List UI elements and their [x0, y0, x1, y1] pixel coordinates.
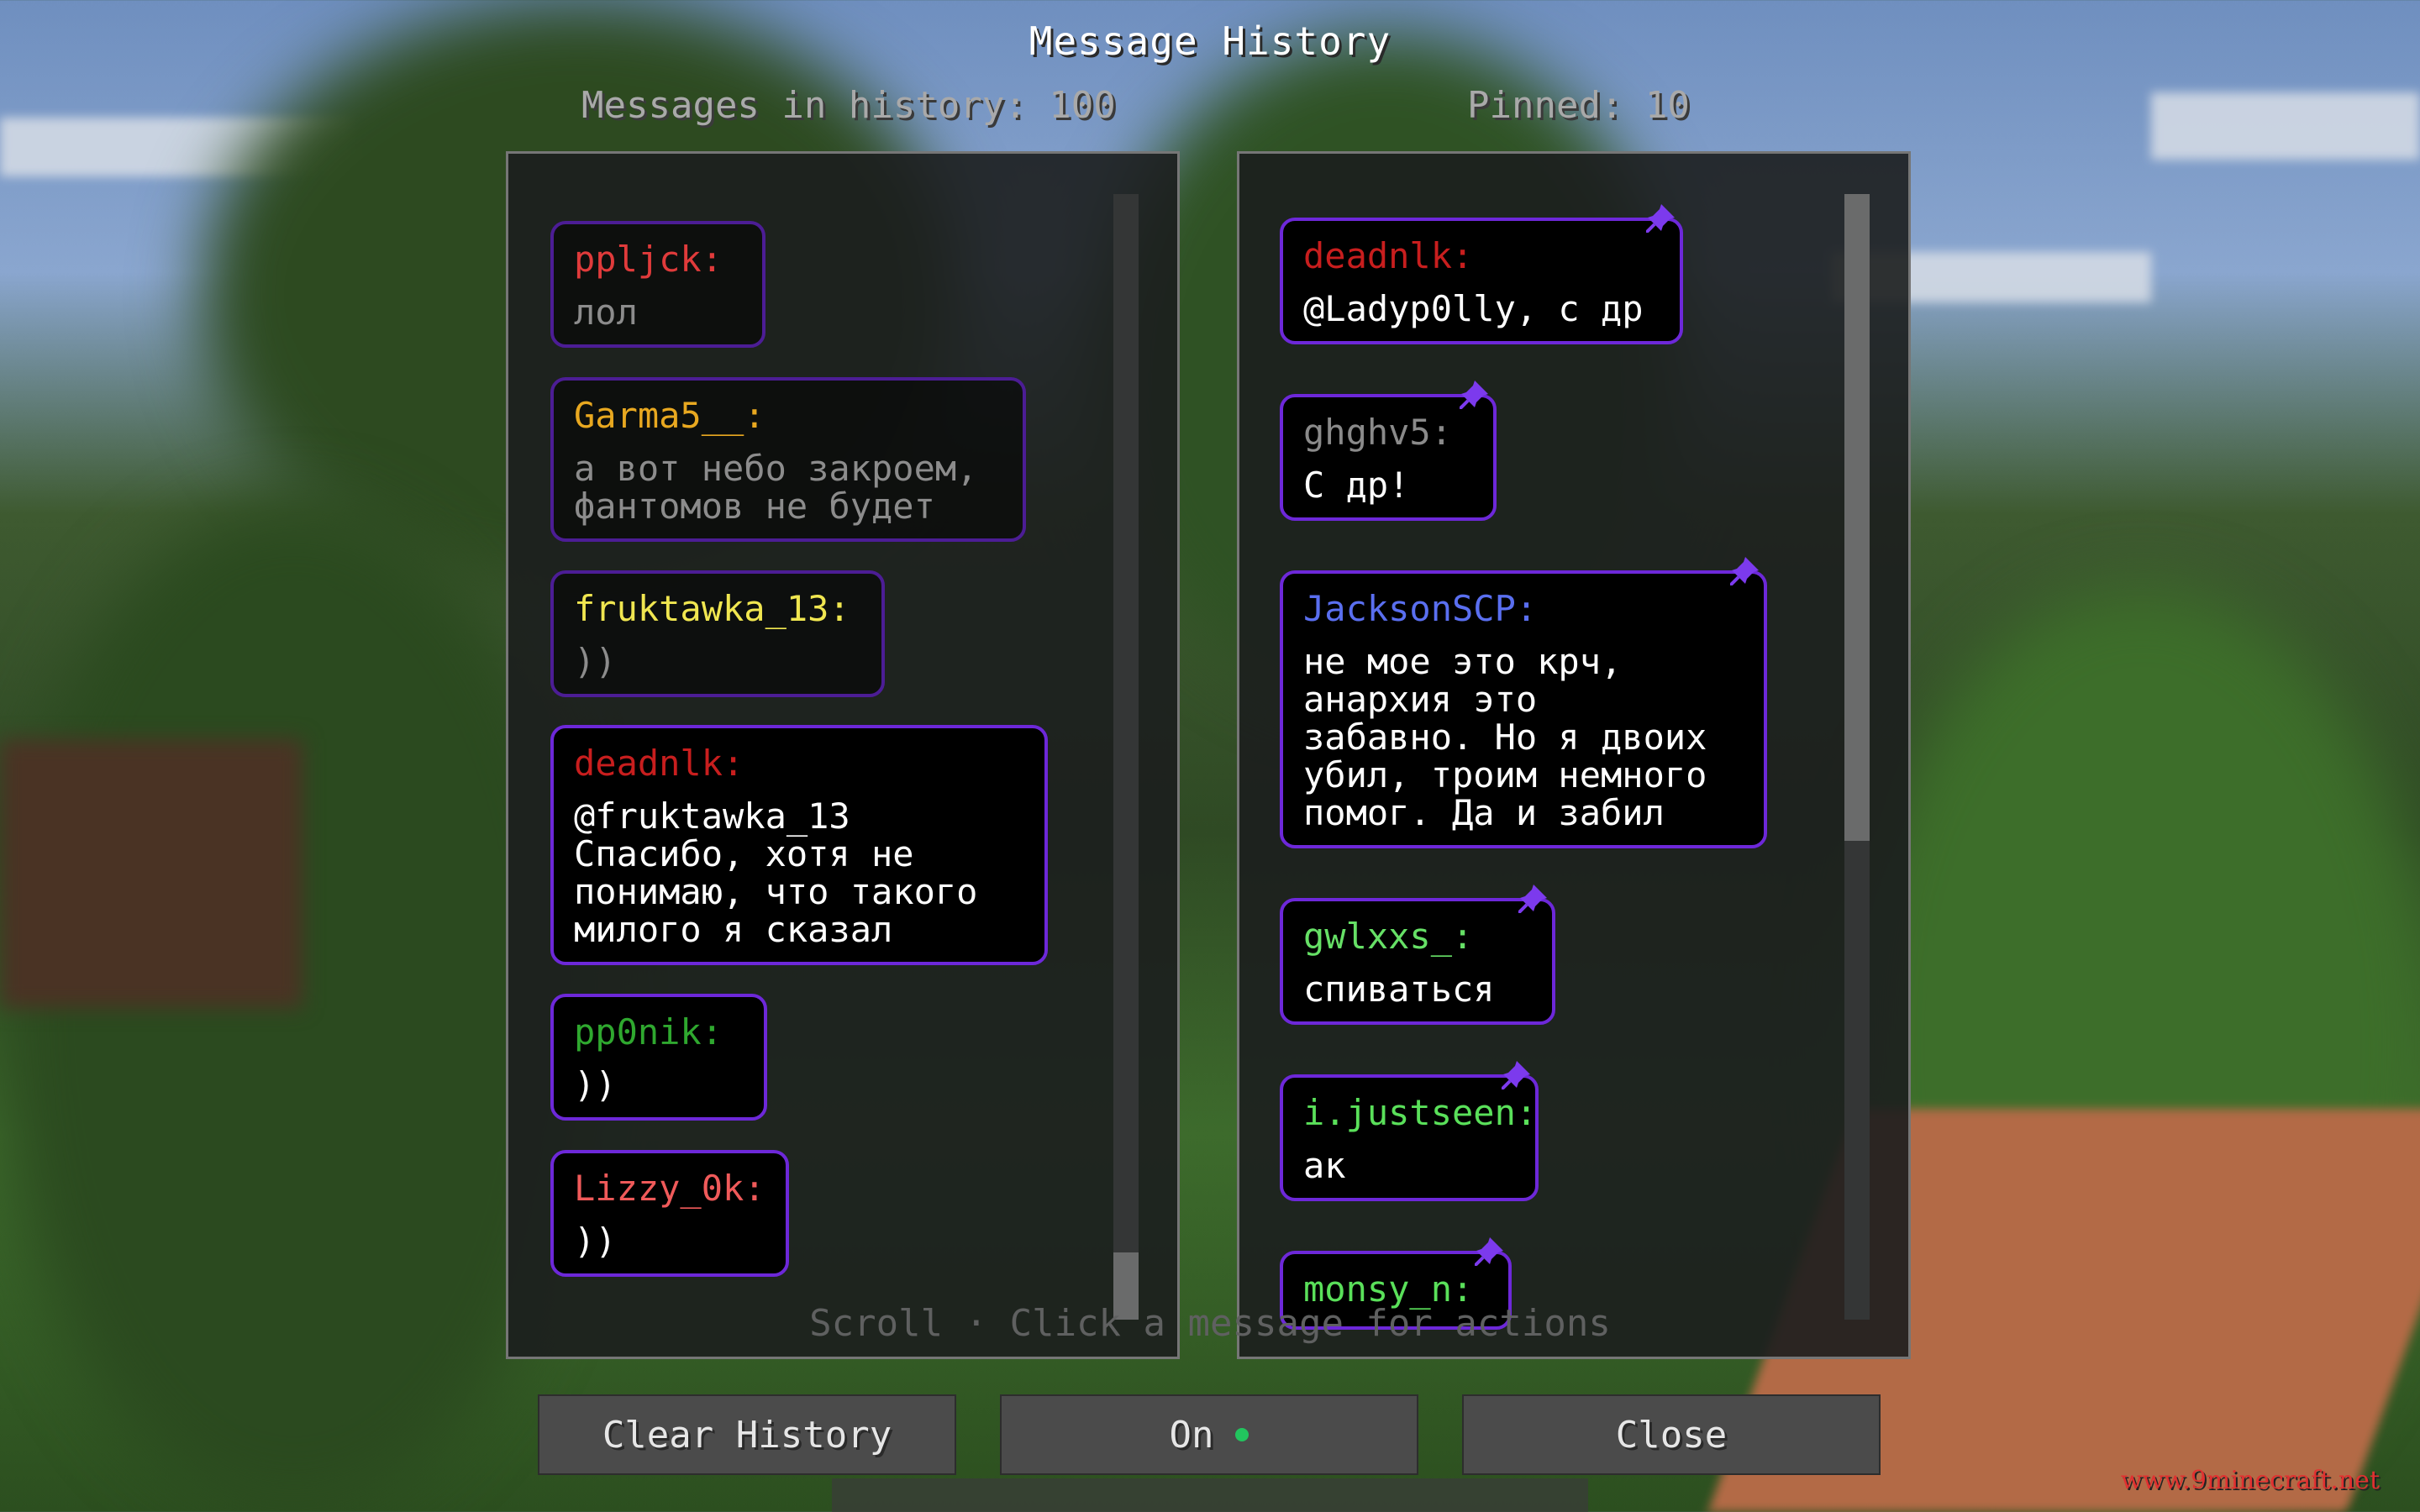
message-text: )) — [574, 1064, 617, 1105]
watermark: www.9minecraft.net — [2120, 1466, 2380, 1495]
background-grass — [0, 504, 588, 1512]
close-label: Close — [1615, 1413, 1728, 1457]
pinned-message[interactable]: gwlxxs_: спиваться — [1280, 885, 1555, 1025]
pinned-count: Pinned: 10 — [1467, 84, 1690, 127]
message-author: ppljck: — [574, 239, 723, 280]
pinned-scrollbar[interactable] — [1844, 194, 1870, 1320]
message-text: )) — [574, 1221, 617, 1262]
screen-title: Message History — [1028, 18, 1392, 64]
background-dirt-block — [0, 739, 302, 1008]
message-text: ак — [1303, 1145, 1346, 1186]
pinned-message[interactable]: JacksonSCP: не мое это крч, анархия это з… — [1280, 557, 1767, 848]
message-text: С др! — [1303, 465, 1410, 506]
history-message[interactable]: Lizzy_0k:)) — [550, 1150, 789, 1277]
message-author: deadnlk: — [574, 743, 744, 784]
history-message[interactable]: deadnlk: @fruktawka_13 Спасибо, хотя не п… — [550, 725, 1048, 965]
pinned-message[interactable]: deadnlk: @Ladyp0lly, с др — [1280, 204, 1683, 344]
scroll-hint: Scroll · Click a message for actions — [809, 1302, 1611, 1345]
history-message[interactable]: pp0nik:)) — [550, 994, 767, 1121]
message-text: @Ladyp0lly, с др — [1303, 288, 1644, 329]
message-author: fruktawka_13: — [574, 588, 850, 629]
pinned-message[interactable]: ghghv5: С др! — [1280, 381, 1497, 521]
history-count: Messages in history: 100 — [581, 84, 1116, 127]
pinned-list[interactable]: deadnlk: @Ladyp0lly, с др ghghv5: С др! Jack… — [1239, 154, 1908, 1357]
history-message[interactable]: ppljck: лол — [550, 221, 765, 348]
pinned-message[interactable]: i.justseen: ак — [1280, 1061, 1539, 1201]
history-panel[interactable]: ppljck: лол Garma5__: а вот небо закроем, ф… — [506, 151, 1180, 1359]
pinned-scroll-thumb[interactable] — [1844, 194, 1870, 841]
message-text: не мое это крч, анархия это забавно. Но … — [1303, 641, 1707, 833]
clear-history-label: Clear History — [602, 1413, 892, 1457]
status-dot-icon — [1235, 1428, 1249, 1441]
pinned-panel[interactable]: deadnlk: @Ladyp0lly, с др ghghv5: С др! Jack… — [1237, 151, 1911, 1359]
pin-icon[interactable] — [1730, 555, 1760, 585]
message-author: Garma5__: — [574, 395, 765, 436]
message-text: )) — [574, 641, 617, 682]
toggle-label: On — [1169, 1413, 1214, 1457]
message-author: i.justseen: — [1303, 1092, 1538, 1133]
hotbar — [832, 1478, 1588, 1512]
message-text: @fruktawka_13 Спасибо, хотя не понимаю, … — [574, 795, 978, 950]
message-text: лол — [574, 291, 638, 333]
message-author: ghghv5: — [1303, 412, 1453, 453]
history-message[interactable]: fruktawka_13:)) — [550, 570, 885, 697]
message-author: pp0nik: — [574, 1011, 723, 1053]
message-text: спиваться — [1303, 969, 1495, 1010]
pin-icon[interactable] — [1518, 883, 1549, 913]
close-button[interactable]: Close — [1462, 1394, 1881, 1475]
message-author: JacksonSCP: — [1303, 588, 1538, 629]
message-author: gwlxxs_: — [1303, 916, 1474, 957]
pin-icon[interactable] — [1502, 1059, 1532, 1089]
message-author: Lizzy_0k: — [574, 1168, 765, 1209]
message-text: а вот небо закроем, фантомов не будет — [574, 448, 978, 527]
pin-icon[interactable] — [1460, 379, 1490, 409]
history-scrollbar[interactable] — [1113, 194, 1139, 1320]
history-message[interactable]: Garma5__: а вот небо закроем, фантомов не… — [550, 377, 1026, 542]
toggle-button[interactable]: On — [1000, 1394, 1418, 1475]
background-cloud — [2151, 92, 2420, 160]
clear-history-button[interactable]: Clear History — [538, 1394, 956, 1475]
history-list[interactable]: ppljck: лол Garma5__: а вот небо закроем, ф… — [508, 154, 1177, 1357]
pin-icon[interactable] — [1475, 1236, 1505, 1266]
pin-icon[interactable] — [1646, 202, 1676, 233]
message-author: deadnlk: — [1303, 235, 1474, 276]
